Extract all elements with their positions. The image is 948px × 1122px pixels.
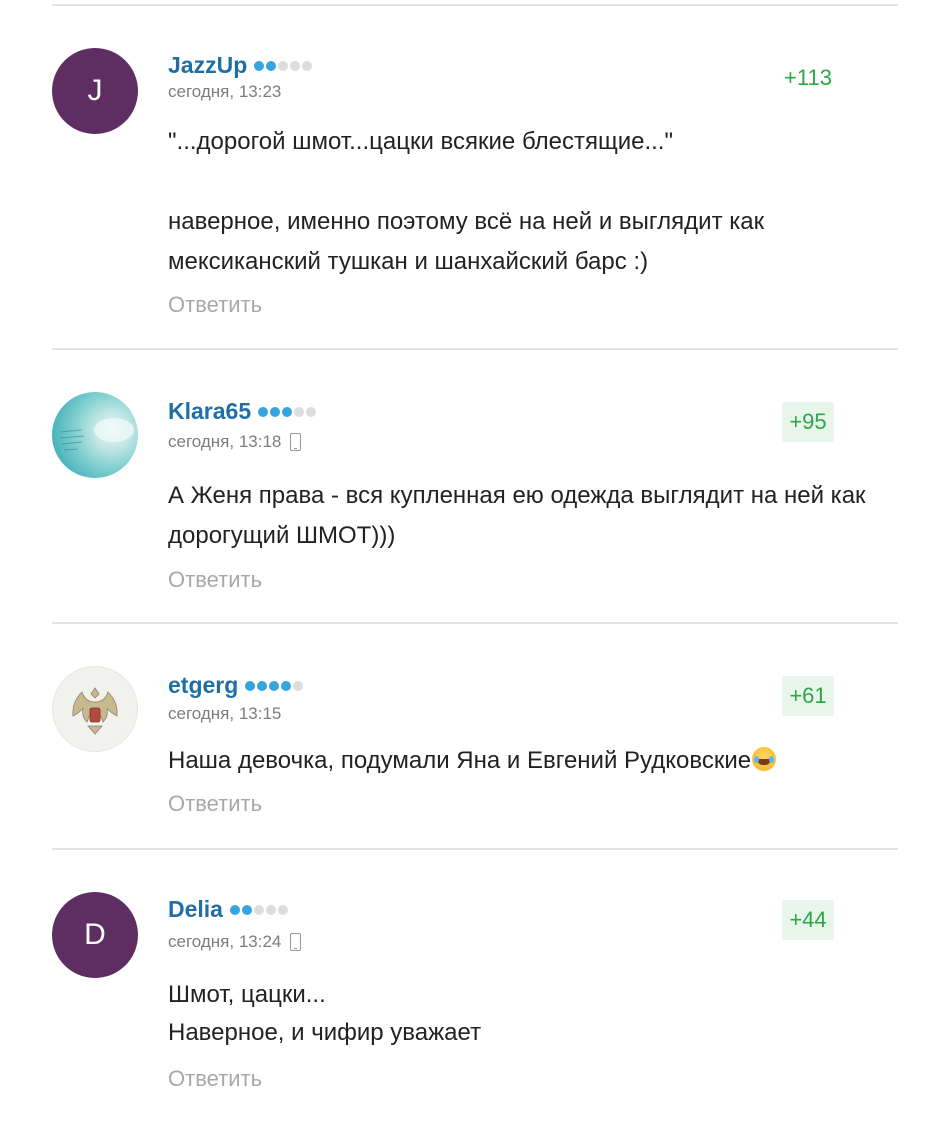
- user-rank-dots: [254, 60, 313, 71]
- author-row: etgerg: [168, 672, 304, 699]
- comment-item: D Delia сегодня, 13:24 +44 Шмот, цацки..…: [52, 850, 898, 1122]
- comment-time: сегодня, 13:18: [168, 432, 282, 451]
- avatar-letter: J: [87, 74, 103, 107]
- laughing-tears-emoji-icon: [752, 747, 777, 771]
- vote-score[interactable]: +113: [782, 58, 834, 98]
- avatar-letter: D: [84, 918, 106, 951]
- comment-meta: сегодня, 13:24: [168, 932, 302, 952]
- comment-meta: сегодня, 13:23: [168, 82, 281, 102]
- reply-link[interactable]: Ответить: [168, 567, 262, 593]
- author-name[interactable]: Klara65: [168, 398, 251, 425]
- comment-time: сегодня, 13:23: [168, 82, 282, 101]
- author-name[interactable]: Delia: [168, 896, 223, 923]
- author-name[interactable]: JazzUp: [168, 52, 247, 79]
- mobile-phone-icon: [290, 933, 302, 951]
- vote-score[interactable]: +44: [782, 900, 834, 940]
- author-row: Klara65: [168, 398, 317, 425]
- comment-text-content: Наша девочка, подумали Яна и Евгений Руд…: [168, 747, 752, 774]
- avatar[interactable]: J: [52, 48, 138, 134]
- vote-score[interactable]: +95: [782, 402, 834, 442]
- comment-time: сегодня, 13:15: [168, 704, 282, 723]
- user-rank-dots: [245, 680, 304, 691]
- vote-score[interactable]: +61: [782, 676, 834, 716]
- comment-text: Наша девочка, подумали Яна и Евгений Руд…: [168, 741, 868, 781]
- comment-text-line: наверное, именно поэтому всё на ней и вы…: [168, 208, 765, 275]
- comment-text: А Женя права - вся купленная ею одежда в…: [168, 476, 868, 556]
- comment-item: etgerg сегодня, 13:15 +61 Наша девочка, …: [52, 624, 898, 850]
- reply-link[interactable]: Ответить: [168, 1066, 262, 1092]
- user-rank-dots: [229, 904, 288, 915]
- comment-item: J JazzUp сегодня, 13:23 +113 "...дорогой…: [52, 6, 898, 350]
- comment-item: Klara65 сегодня, 13:18 +95 А Женя права …: [52, 350, 898, 624]
- comment-meta: сегодня, 13:15: [168, 704, 281, 724]
- comment-text-line: Шмот, цацки...: [168, 981, 326, 1008]
- comment-time: сегодня, 13:24: [168, 932, 282, 951]
- avatar-coat-of-arms-icon[interactable]: [52, 666, 138, 752]
- author-row: Delia: [168, 896, 288, 923]
- comment-text-line: "...дорогой шмот...цацки всякие блестящи…: [168, 128, 673, 155]
- comment-text-line: Наверное, и чифир уважает: [168, 1019, 482, 1046]
- comment-text: "...дорогой шмот...цацки всякие блестящи…: [168, 122, 868, 282]
- comment-text-line: Наша девочка, подумали Яна и Евгений Руд…: [168, 741, 868, 781]
- user-rank-dots: [258, 406, 317, 417]
- author-name[interactable]: etgerg: [168, 672, 238, 699]
- mobile-phone-icon: [290, 433, 302, 451]
- avatar-sea-photo-icon[interactable]: [52, 392, 138, 478]
- sea-photo-icon: [59, 418, 134, 451]
- comment-text-line: [168, 162, 868, 202]
- reply-link[interactable]: Ответить: [168, 791, 262, 817]
- avatar[interactable]: D: [52, 892, 138, 978]
- comment-text-line: А Женя права - вся купленная ею одежда в…: [168, 482, 866, 549]
- coat-of-arms-icon: [72, 687, 118, 735]
- reply-link[interactable]: Ответить: [168, 292, 262, 318]
- comment-meta: сегодня, 13:18: [168, 432, 302, 452]
- author-row: JazzUp: [168, 52, 313, 79]
- comment-text: Шмот, цацки... Наверное, и чифир уважает: [168, 976, 868, 1052]
